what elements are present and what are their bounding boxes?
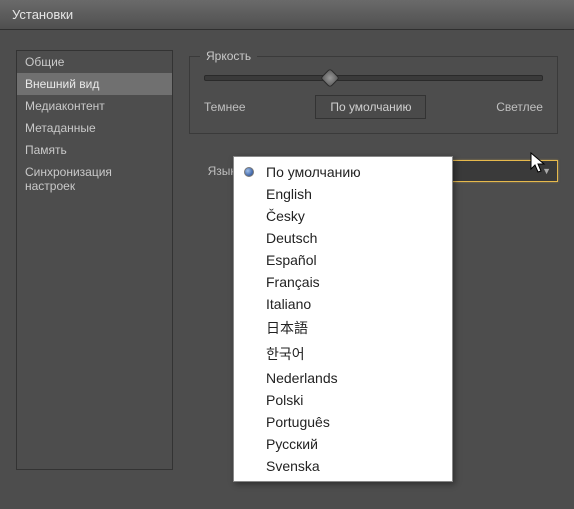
sidebar-item-media[interactable]: Медиаконтент bbox=[17, 95, 172, 117]
slider-track bbox=[204, 75, 543, 81]
radio-selected-icon bbox=[244, 167, 254, 177]
language-option[interactable]: Deutsch bbox=[234, 227, 452, 249]
language-option[interactable]: По умолчанию bbox=[234, 161, 452, 183]
lighter-label: Светлее bbox=[496, 100, 543, 114]
language-option-label: 한국어 bbox=[266, 346, 305, 362]
sidebar-item-label: Общие bbox=[25, 55, 64, 69]
window-title: Установки bbox=[12, 7, 73, 22]
slider-thumb[interactable] bbox=[320, 68, 340, 88]
language-option-label: Português bbox=[266, 414, 330, 430]
slider-labels: Темнее По умолчанию Светлее bbox=[204, 95, 543, 119]
language-option[interactable]: 한국어 bbox=[234, 341, 452, 367]
language-option-label: Svenska bbox=[266, 458, 320, 474]
language-option-label: Polski bbox=[266, 392, 303, 408]
language-option-label: English bbox=[266, 186, 312, 202]
language-option-label: Русский bbox=[266, 436, 318, 452]
language-option[interactable]: Svenska bbox=[234, 455, 452, 477]
language-option-label: 日本語 bbox=[266, 320, 308, 336]
language-option[interactable]: Polski bbox=[234, 389, 452, 411]
language-option-label: Español bbox=[266, 252, 317, 268]
sidebar-item-label: Синхронизация настроек bbox=[25, 165, 112, 193]
language-option[interactable]: Česky bbox=[234, 205, 452, 227]
default-brightness-button[interactable]: По умолчанию bbox=[315, 95, 426, 119]
brightness-slider[interactable] bbox=[204, 75, 543, 81]
sidebar: Общие Внешний вид Медиаконтент Метаданны… bbox=[16, 50, 173, 470]
language-option[interactable]: Русский bbox=[234, 433, 452, 455]
brightness-legend: Яркость bbox=[200, 49, 257, 63]
language-option-label: Česky bbox=[266, 208, 305, 224]
language-option-label: Italiano bbox=[266, 296, 311, 312]
language-option[interactable]: English bbox=[234, 183, 452, 205]
sidebar-item-label: Внешний вид bbox=[25, 77, 99, 91]
brightness-fieldset: Яркость Темнее По умолчанию Светлее bbox=[189, 56, 558, 134]
language-label: Язык: bbox=[189, 164, 239, 178]
sidebar-item-general[interactable]: Общие bbox=[17, 51, 172, 73]
window-titlebar: Установки bbox=[0, 0, 574, 30]
language-option-label: Français bbox=[266, 274, 320, 290]
sidebar-item-appearance[interactable]: Внешний вид bbox=[17, 73, 172, 95]
language-option[interactable]: Português bbox=[234, 411, 452, 433]
language-option-label: По умолчанию bbox=[266, 164, 361, 180]
language-option[interactable]: Español bbox=[234, 249, 452, 271]
sidebar-item-sync-settings[interactable]: Синхронизация настроек bbox=[17, 161, 172, 197]
sidebar-item-label: Метаданные bbox=[25, 121, 96, 135]
language-dropdown: По умолчанию English Česky Deutsch Español Fr… bbox=[233, 156, 453, 482]
sidebar-item-memory[interactable]: Память bbox=[17, 139, 172, 161]
language-option-label: Nederlands bbox=[266, 370, 338, 386]
darker-label: Темнее bbox=[204, 100, 246, 114]
language-option[interactable]: Italiano bbox=[234, 293, 452, 315]
language-option-label: Deutsch bbox=[266, 230, 317, 246]
sidebar-item-label: Память bbox=[25, 143, 67, 157]
chevron-down-icon: ▼ bbox=[542, 166, 551, 176]
language-option[interactable]: Français bbox=[234, 271, 452, 293]
sidebar-item-metadata[interactable]: Метаданные bbox=[17, 117, 172, 139]
language-option[interactable]: Nederlands bbox=[234, 367, 452, 389]
sidebar-item-label: Медиаконтент bbox=[25, 99, 105, 113]
language-option[interactable]: 日本語 bbox=[234, 315, 452, 341]
